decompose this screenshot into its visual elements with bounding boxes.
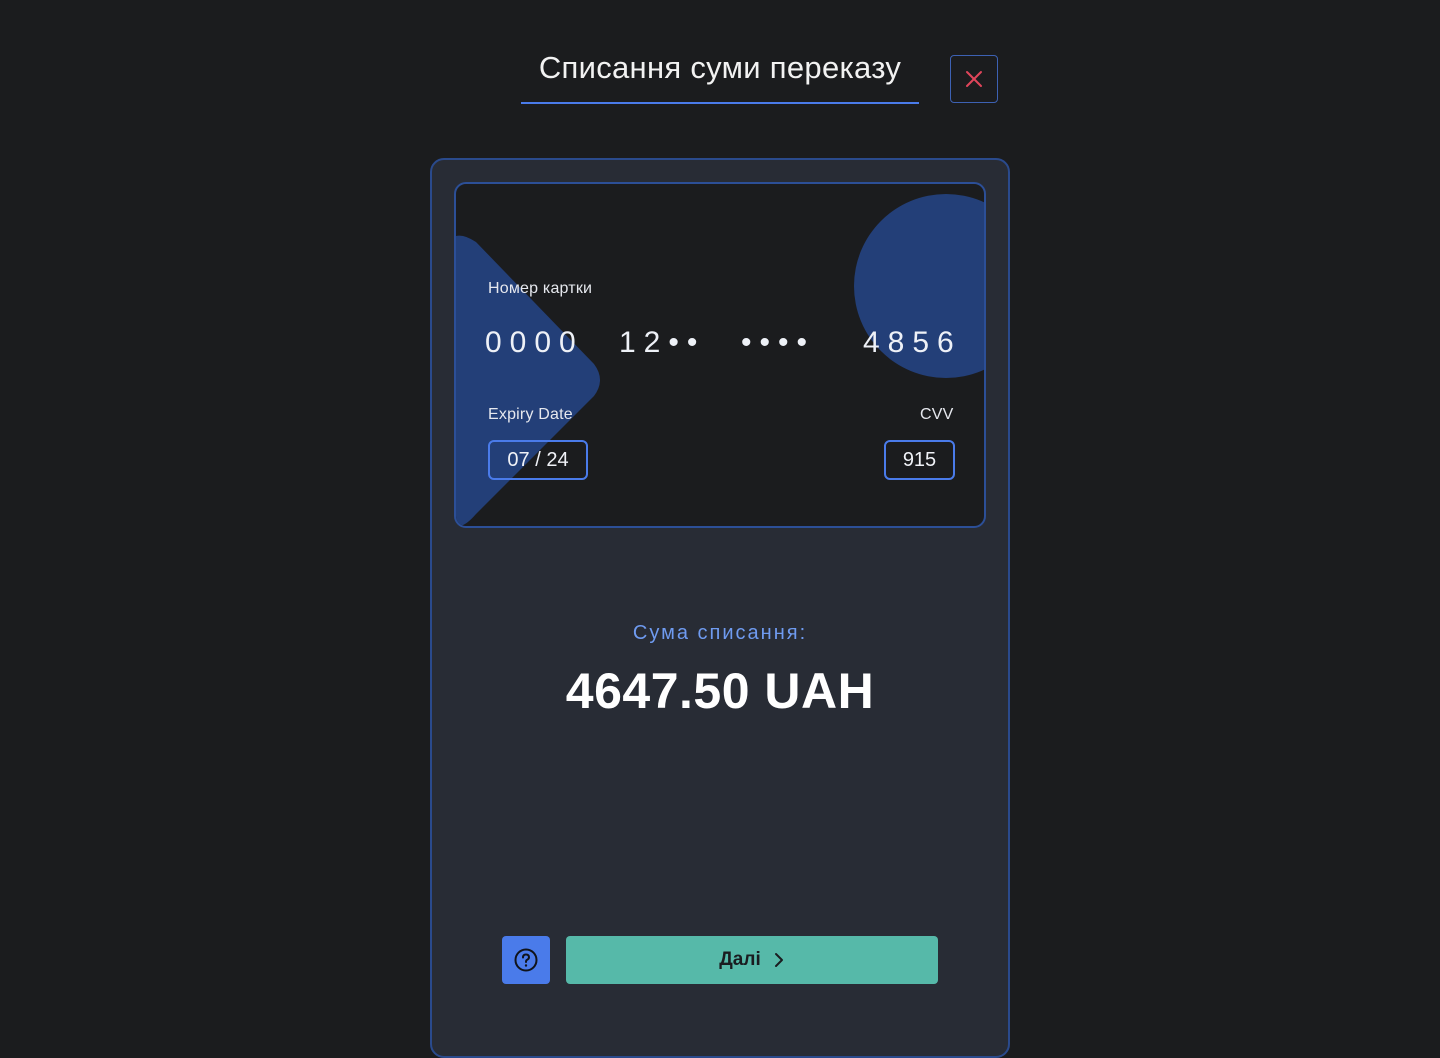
page-title-container: Списання суми переказу: [521, 46, 919, 104]
card-number-group-2: 12••: [619, 326, 706, 359]
amount-label: Сума списання:: [632, 622, 808, 644]
amount-value: 4647.50 UAH: [565, 663, 875, 719]
card-number-label: Номер картки: [488, 280, 593, 297]
close-icon: [966, 71, 982, 87]
page-title: Списання суми переказу: [538, 50, 902, 85]
next-button[interactable]: Далі: [566, 936, 938, 984]
close-button[interactable]: [950, 55, 998, 103]
cvv-field[interactable]: 915: [884, 440, 955, 480]
expiry-field[interactable]: 07 / 24: [488, 440, 588, 480]
card-number-group-3: ••••: [741, 326, 816, 359]
cvv-label: CVV: [920, 406, 954, 423]
chevron-right-icon: [774, 953, 783, 967]
card-number-group-1: 0000: [485, 326, 584, 359]
next-button-label: Далі: [719, 949, 761, 970]
expiry-label: Expiry Date: [488, 406, 573, 423]
question-circle-icon: [514, 948, 538, 972]
card-number-group-4: 4856: [863, 326, 962, 359]
help-button[interactable]: [502, 936, 550, 984]
